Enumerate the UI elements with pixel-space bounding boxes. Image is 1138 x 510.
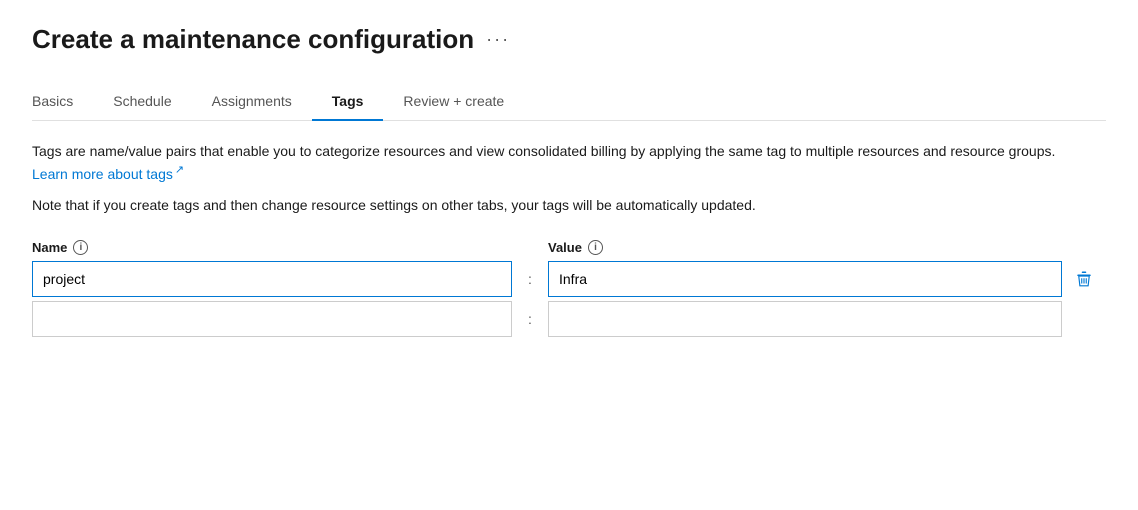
external-link-icon: ↗ [175,162,184,179]
row-separator-2: : [512,311,548,327]
title-row: Create a maintenance configuration ··· [32,24,1106,55]
ellipsis-menu-button[interactable]: ··· [486,29,510,50]
tab-basics[interactable]: Basics [32,83,93,121]
page-container: Create a maintenance configuration ··· B… [0,0,1138,510]
table-row: : [32,261,1106,297]
tag-value-input-2[interactable] [548,301,1062,337]
tab-review-create[interactable]: Review + create [383,83,524,121]
page-title: Create a maintenance configuration [32,24,474,55]
tag-name-input-1[interactable] [32,261,512,297]
name-info-icon[interactable]: i [73,240,88,255]
name-column-header: Name i [32,240,512,255]
column-headers: Name i Value i [32,240,1106,255]
tab-assignments[interactable]: Assignments [192,83,312,121]
tag-value-input-1[interactable] [548,261,1062,297]
tab-tags[interactable]: Tags [312,83,384,121]
table-row: : [32,301,1106,337]
value-column-header: Value i [548,240,1106,255]
row-separator-1: : [512,271,548,287]
value-info-icon[interactable]: i [588,240,603,255]
tab-schedule[interactable]: Schedule [93,83,191,121]
tag-name-input-2[interactable] [32,301,512,337]
tags-table: Name i Value i : [32,240,1106,337]
description-text: Tags are name/value pairs that enable yo… [32,141,1092,185]
tabs-nav: Basics Schedule Assignments Tags Review … [32,83,1106,121]
learn-more-link[interactable]: Learn more about tags↗ [32,166,184,182]
delete-row-1-button[interactable] [1062,270,1106,288]
note-text: Note that if you create tags and then ch… [32,195,1032,216]
